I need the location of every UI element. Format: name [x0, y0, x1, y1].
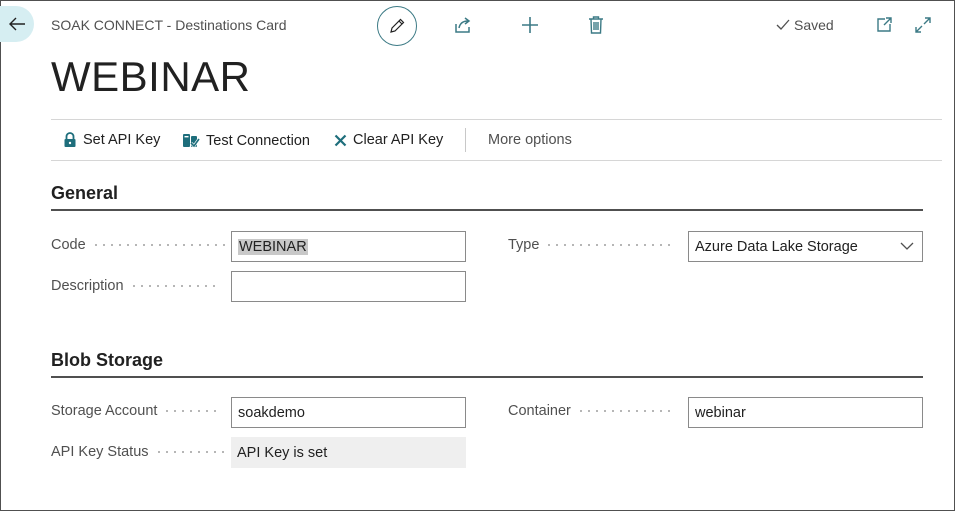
- breadcrumb: SOAK CONNECT - Destinations Card: [51, 17, 287, 33]
- storage-account-field-label: Storage Account: [51, 403, 220, 419]
- storage-account-input-value: soakdemo: [238, 404, 305, 421]
- leader-dots: [576, 410, 673, 412]
- test-connection-button[interactable]: Test Connection: [182, 132, 310, 150]
- delete-button[interactable]: [585, 14, 607, 36]
- type-label-text: Type: [508, 237, 540, 253]
- more-options-button[interactable]: More options: [488, 132, 572, 148]
- leader-dots: [163, 410, 220, 412]
- type-select-value: Azure Data Lake Storage: [695, 238, 858, 255]
- trash-icon: [589, 16, 603, 34]
- storage-account-label-text: Storage Account: [51, 403, 158, 419]
- general-section-title[interactable]: General: [51, 183, 118, 204]
- chevron-down-icon: [900, 242, 914, 250]
- page-title: WEBINAR: [51, 53, 251, 100]
- more-options-label: More options: [488, 132, 572, 148]
- api-key-status-field-label: API Key Status: [51, 444, 229, 460]
- arrow-left-icon: [9, 17, 25, 31]
- expand-button[interactable]: [912, 14, 934, 36]
- back-button[interactable]: [0, 6, 34, 42]
- code-field-label: Code: [51, 237, 228, 253]
- code-input-value: WEBINAR: [238, 238, 308, 255]
- general-section-divider: [51, 209, 923, 211]
- set-api-key-label: Set API Key: [83, 132, 161, 148]
- app-frame: SOAK CONNECT - Destinations Card Saved W…: [0, 0, 955, 511]
- close-icon: [334, 134, 347, 146]
- description-input[interactable]: [231, 271, 466, 302]
- type-select[interactable]: Azure Data Lake Storage: [688, 231, 923, 262]
- saved-status: Saved: [775, 17, 834, 33]
- test-connection-icon: [183, 134, 200, 149]
- description-field-label: Description: [51, 278, 220, 294]
- edit-pencil-icon: [390, 18, 405, 33]
- api-key-status-value: API Key is set: [231, 437, 466, 468]
- set-api-key-button[interactable]: Set API Key: [63, 132, 160, 148]
- code-input[interactable]: WEBINAR: [231, 231, 466, 262]
- leader-dots: [545, 244, 674, 246]
- share-button[interactable]: [452, 14, 474, 36]
- share-icon: [455, 17, 471, 33]
- leader-dots: [91, 244, 228, 246]
- plus-icon: [522, 17, 538, 33]
- open-new-window-button[interactable]: [873, 14, 895, 36]
- container-input[interactable]: webinar: [688, 397, 923, 428]
- storage-account-input[interactable]: soakdemo: [231, 397, 466, 428]
- container-label-text: Container: [508, 403, 571, 419]
- edit-button[interactable]: [377, 6, 417, 46]
- clear-api-key-button[interactable]: Clear API Key: [334, 132, 443, 148]
- leader-dots: [154, 451, 229, 453]
- code-label-text: Code: [51, 237, 86, 253]
- type-field-label: Type: [508, 237, 674, 253]
- blob-storage-section-title[interactable]: Blob Storage: [51, 350, 163, 371]
- open-new-window-icon: [877, 17, 892, 32]
- test-connection-label: Test Connection: [206, 133, 310, 149]
- api-key-status-text: API Key is set: [237, 444, 328, 461]
- container-input-value: webinar: [695, 404, 746, 421]
- new-button[interactable]: [519, 14, 541, 36]
- api-key-status-label-text: API Key Status: [51, 444, 149, 460]
- container-field-label: Container: [508, 403, 673, 419]
- lock-icon: [64, 132, 76, 147]
- action-divider: [465, 128, 466, 152]
- checkmark-icon: [776, 19, 790, 30]
- blob-storage-section-divider: [51, 376, 923, 378]
- description-label-text: Description: [51, 278, 124, 294]
- action-bar: Set API Key Test Connection Clear API Ke…: [51, 119, 942, 161]
- clear-api-key-label: Clear API Key: [353, 132, 444, 148]
- saved-label: Saved: [794, 17, 834, 33]
- expand-icon: [915, 17, 931, 33]
- leader-dots: [129, 285, 220, 287]
